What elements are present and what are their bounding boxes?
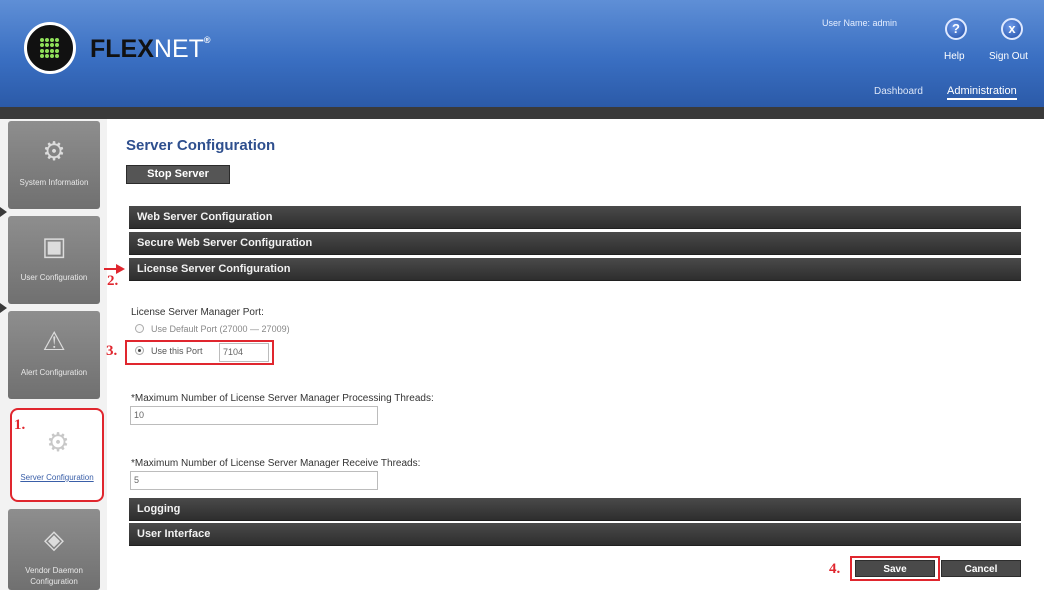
default-port-label: Use Default Port (27000 — 27009) xyxy=(151,324,290,334)
processing-threads-input[interactable]: 10 xyxy=(130,406,378,425)
sidebar-arrow xyxy=(0,303,7,313)
sidebar-item-user-configuration[interactable]: ▣ User Configuration xyxy=(8,216,100,304)
processing-threads-label: *Maximum Number of License Server Manage… xyxy=(131,393,434,404)
sign-out-link[interactable]: Sign Out xyxy=(989,51,1028,62)
alert-icon: ⚠ xyxy=(42,326,66,356)
sidebar-item-vendor-daemon-configuration[interactable]: ◈ Vendor Daemon Configuration xyxy=(8,509,100,590)
sidebar-item-label: Vendor Daemon Configuration xyxy=(25,566,83,586)
sidebar-item-label: Alert Configuration xyxy=(20,368,88,377)
sign-out-icon[interactable]: x xyxy=(1001,18,1023,40)
callout-1: 1. xyxy=(14,417,26,433)
cancel-button[interactable]: Cancel xyxy=(941,560,1021,577)
server-gears-icon: ⚙ xyxy=(46,427,70,457)
port-input[interactable]: 7104 xyxy=(219,343,269,362)
nav-administration-link[interactable]: Administration xyxy=(947,85,1017,100)
use-this-port-radio[interactable] xyxy=(135,346,144,355)
port-label: License Server Manager Port: xyxy=(131,307,264,318)
callout-arrow-icon xyxy=(116,264,125,274)
callout-2: 2. xyxy=(107,273,119,289)
callout-4: 4. xyxy=(829,561,841,577)
sidebar-item-system-information[interactable]: ⚙ System Information xyxy=(8,121,100,209)
flexnet-wordmark: FLEXNET® xyxy=(90,35,211,63)
use-this-port-label: Use this Port xyxy=(151,346,203,356)
default-port-radio[interactable] xyxy=(135,324,144,333)
user-card-icon: ▣ xyxy=(41,231,67,261)
stop-server-button[interactable]: Stop Server xyxy=(126,165,230,184)
sidebar-item-label: System Information xyxy=(19,178,89,187)
help-icon[interactable]: ? xyxy=(945,18,967,40)
section-secure-web-server-configuration[interactable]: Secure Web Server Configuration xyxy=(129,232,1021,255)
section-web-server-configuration[interactable]: Web Server Configuration xyxy=(129,206,1021,229)
app-header: FLEXNET® User Name: admin ? Help x Sign … xyxy=(0,0,1044,107)
section-user-interface[interactable]: User Interface xyxy=(129,523,1021,546)
callout-3: 3. xyxy=(106,343,118,359)
sidebar-arrow xyxy=(0,207,7,217)
sidebar-item-label: User Configuration xyxy=(20,273,88,282)
section-logging[interactable]: Logging xyxy=(129,498,1021,521)
flexnet-logo-icon xyxy=(24,22,76,74)
nav-dashboard-link[interactable]: Dashboard xyxy=(874,86,923,97)
receive-threads-label: *Maximum Number of License Server Manage… xyxy=(131,458,421,469)
user-name-text: User Name: admin xyxy=(822,18,898,28)
receive-threads-input[interactable]: 5 xyxy=(130,471,378,490)
sidebar-item-alert-configuration[interactable]: ⚠ Alert Configuration xyxy=(8,311,100,399)
header-divider xyxy=(0,107,1044,119)
gears-icon: ⚙ xyxy=(42,136,66,166)
help-link[interactable]: Help xyxy=(944,51,965,62)
section-license-server-configuration[interactable]: License Server Configuration xyxy=(129,258,1021,281)
sidebar: ⚙ System Information ▣ User Configuratio… xyxy=(0,119,107,590)
vendor-daemon-icon: ◈ xyxy=(44,524,64,554)
page-title: Server Configuration xyxy=(126,137,276,154)
save-button[interactable]: Save xyxy=(855,560,935,577)
sidebar-item-label: Server Configuration xyxy=(20,473,94,482)
